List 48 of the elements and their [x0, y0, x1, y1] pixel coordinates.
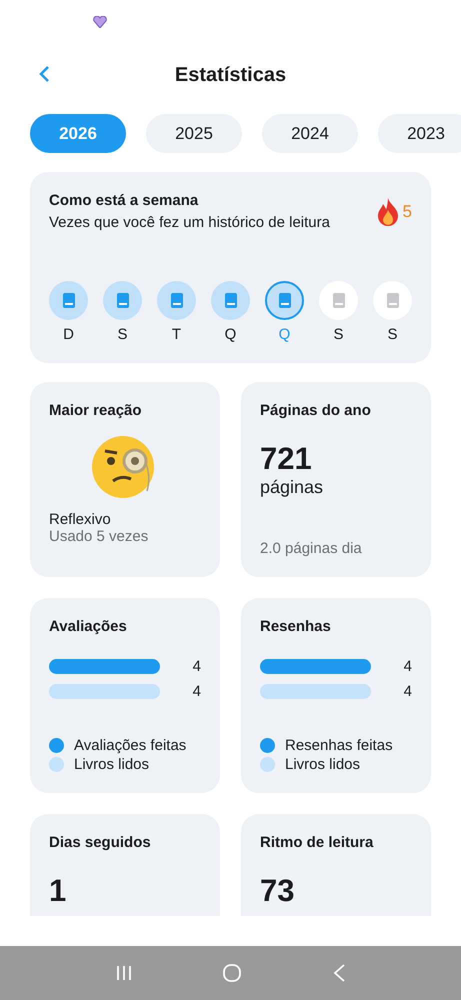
card-title: Ritmo de leitura — [260, 834, 374, 851]
card-title: Maior reação — [49, 402, 143, 419]
back-nav-button[interactable] — [332, 963, 346, 983]
day-label: S — [387, 326, 398, 343]
pages-unit: páginas — [260, 477, 324, 498]
counter-value: 1 — [49, 873, 68, 909]
bar-value: 4 — [192, 683, 201, 700]
home-button[interactable] — [222, 963, 242, 983]
reaction-usage: Usado 5 vezes — [49, 528, 150, 545]
book-icon — [386, 293, 398, 308]
book-icon — [170, 293, 182, 308]
card-title: Avaliações — [49, 618, 128, 635]
year-tab[interactable]: 2025 — [146, 114, 242, 153]
card-title: Dias seguidos — [49, 834, 152, 851]
counter-value: 73 — [260, 873, 296, 909]
heart-icon — [93, 16, 107, 28]
pages-per-day: 2.0 páginas dia — [260, 540, 412, 557]
book-icon — [224, 293, 236, 308]
legend-label: Resenhas feitas — [285, 737, 393, 754]
recent-apps-button[interactable] — [114, 964, 133, 982]
book-icon — [278, 293, 290, 308]
day-label: D — [63, 326, 74, 343]
pages-count: 721 — [260, 441, 313, 477]
legend-label: Avaliações feitas — [74, 737, 186, 754]
legend-label: Livros lidos — [74, 756, 150, 773]
bar-value: 4 — [404, 658, 412, 675]
book-icon — [62, 293, 74, 308]
legend-label: Livros lidos — [285, 756, 360, 773]
card-title: Como está a semana — [49, 192, 200, 209]
year-tab[interactable]: 2023 — [378, 114, 461, 153]
day-label: S — [333, 326, 344, 343]
card-title: Resenhas — [260, 618, 332, 635]
streak-count: 5 — [402, 202, 412, 222]
card-title: Páginas do ano — [260, 402, 372, 419]
back-icon — [38, 65, 50, 83]
day-label: Q — [278, 326, 290, 343]
day-label: T — [172, 326, 182, 343]
book-icon — [332, 293, 344, 308]
page-title: Estatísticas — [174, 64, 286, 86]
bar-value: 4 — [404, 683, 412, 700]
reaction-name: Reflexivo — [49, 511, 112, 528]
day-label: S — [117, 326, 128, 343]
bar-value: 4 — [192, 658, 201, 675]
year-tab[interactable]: 2024 — [262, 114, 358, 153]
book-icon — [116, 293, 128, 308]
card-subtitle: Vezes que você fez um histórico de leitura — [49, 214, 330, 231]
day-label: Q — [224, 326, 236, 343]
fire-icon — [376, 198, 399, 226]
